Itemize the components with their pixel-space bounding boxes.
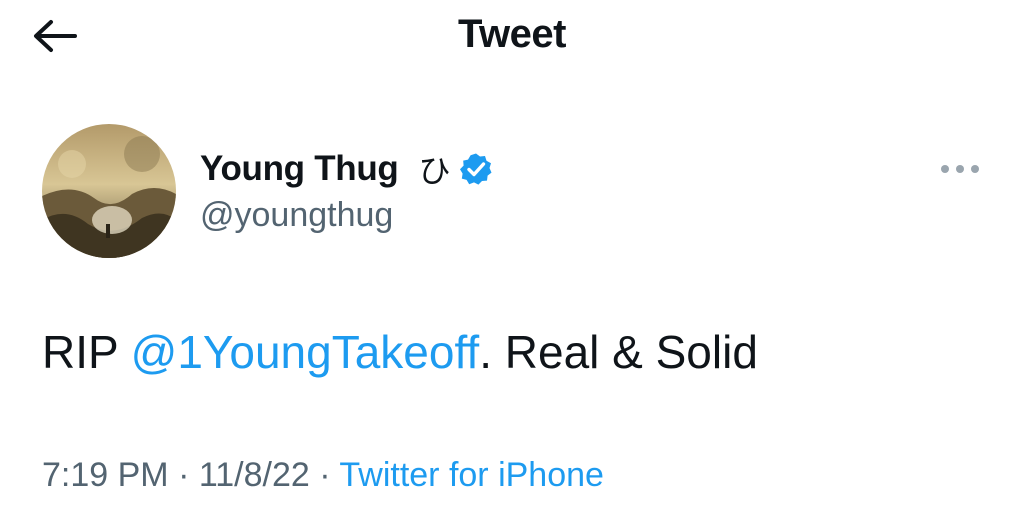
author-display-name[interactable]: Young Thug	[200, 149, 399, 189]
author-name-glyph: ひ	[418, 152, 451, 190]
page-title: Tweet	[458, 12, 566, 56]
tweet-text-suffix: . Real & Solid	[479, 326, 758, 378]
author-handle[interactable]: @youngthug	[200, 196, 393, 235]
more-options-button[interactable]	[932, 154, 988, 184]
tweet-mention-link[interactable]: @1YoungTakeoff	[131, 326, 480, 378]
meta-separator: ·	[168, 456, 199, 494]
tweet-time[interactable]: 7:19 PM	[42, 456, 169, 494]
tweet-text-prefix: RIP	[42, 326, 131, 378]
tweet-meta: 7:19 PM · 11/8/22 · Twitter for iPhone	[42, 456, 604, 495]
verified-badge-icon	[459, 152, 493, 186]
meta-separator: ·	[309, 456, 340, 494]
tweet-date[interactable]: 11/8/22	[199, 456, 310, 494]
author-name-row: Young Thug ひ	[200, 146, 493, 192]
top-bar: Tweet	[0, 0, 1024, 76]
profile-avatar[interactable]	[42, 124, 176, 258]
more-horizontal-icon	[941, 165, 979, 173]
tweet-text: RIP @1YoungTakeoff. Real & Solid	[42, 322, 758, 382]
tweet-source-link[interactable]: Twitter for iPhone	[339, 456, 604, 494]
